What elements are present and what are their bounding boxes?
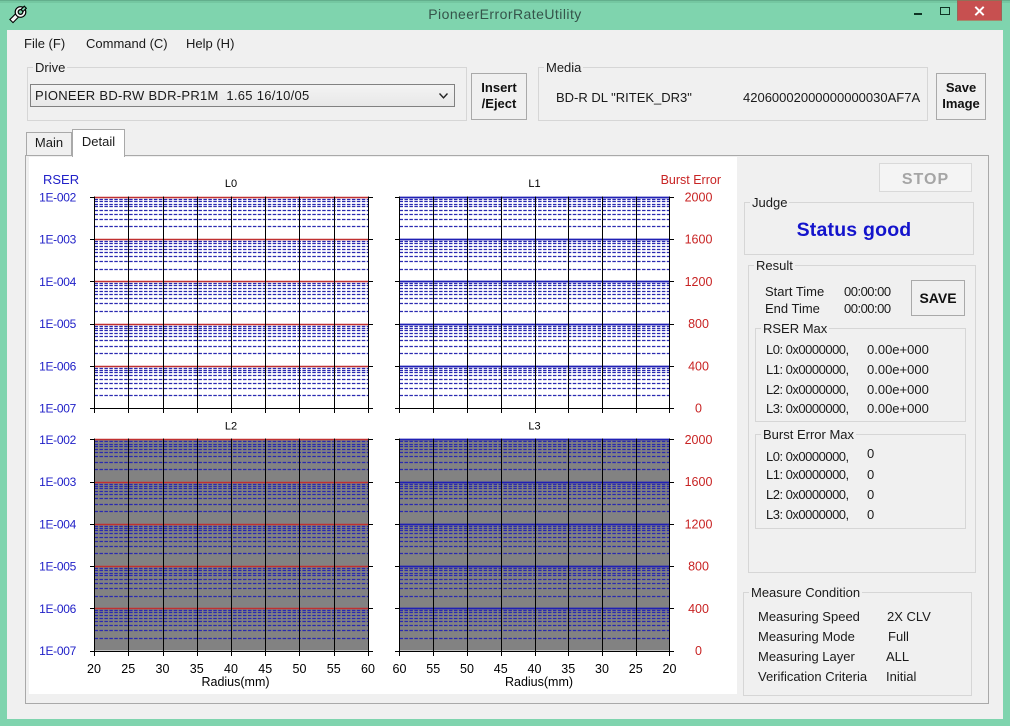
svg-text:20: 20 (87, 662, 101, 676)
svg-text:1E-003: 1E-003 (39, 475, 77, 489)
svg-text:1600: 1600 (685, 475, 713, 489)
svg-text:L1: L1 (528, 178, 540, 190)
svg-text:25: 25 (629, 662, 643, 676)
svg-text:1E-005: 1E-005 (39, 560, 77, 574)
svg-text:30: 30 (595, 662, 609, 676)
svg-text:400: 400 (688, 602, 709, 616)
svg-text:60: 60 (361, 662, 375, 676)
svg-text:0: 0 (695, 402, 702, 416)
svg-text:1E-002: 1E-002 (39, 191, 77, 205)
svg-text:40: 40 (528, 662, 542, 676)
svg-text:L3: L3 (528, 421, 540, 433)
svg-text:2000: 2000 (685, 191, 713, 205)
svg-text:1E-005: 1E-005 (39, 317, 77, 331)
svg-text:800: 800 (688, 560, 709, 574)
svg-text:50: 50 (293, 662, 307, 676)
svg-text:25: 25 (121, 662, 135, 676)
svg-text:50: 50 (460, 662, 474, 676)
svg-text:1E-007: 1E-007 (39, 644, 77, 658)
svg-text:35: 35 (190, 662, 204, 676)
svg-text:1600: 1600 (685, 233, 713, 247)
svg-text:20: 20 (663, 662, 677, 676)
svg-text:35: 35 (561, 662, 575, 676)
svg-text:1E-006: 1E-006 (39, 602, 77, 616)
svg-text:Radius(mm): Radius(mm) (201, 675, 269, 689)
svg-text:55: 55 (426, 662, 440, 676)
svg-text:45: 45 (258, 662, 272, 676)
svg-text:1E-007: 1E-007 (39, 402, 77, 416)
svg-text:L0: L0 (225, 178, 237, 190)
svg-text:1E-002: 1E-002 (39, 433, 77, 447)
svg-text:1E-006: 1E-006 (39, 359, 77, 373)
svg-text:1E-004: 1E-004 (39, 517, 77, 531)
svg-text:1200: 1200 (685, 517, 713, 531)
svg-text:800: 800 (688, 317, 709, 331)
svg-text:1200: 1200 (685, 275, 713, 289)
svg-text:40: 40 (224, 662, 238, 676)
svg-text:Burst Error: Burst Error (661, 173, 721, 187)
svg-text:2000: 2000 (685, 433, 713, 447)
svg-text:30: 30 (156, 662, 170, 676)
svg-text:60: 60 (393, 662, 407, 676)
svg-text:0: 0 (695, 644, 702, 658)
svg-text:L2: L2 (225, 421, 237, 433)
svg-text:55: 55 (327, 662, 341, 676)
svg-text:1E-004: 1E-004 (39, 275, 77, 289)
svg-text:45: 45 (494, 662, 508, 676)
svg-text:Radius(mm): Radius(mm) (505, 675, 573, 689)
svg-text:RSER: RSER (43, 172, 79, 187)
svg-text:1E-003: 1E-003 (39, 233, 77, 247)
svg-text:400: 400 (688, 359, 709, 373)
